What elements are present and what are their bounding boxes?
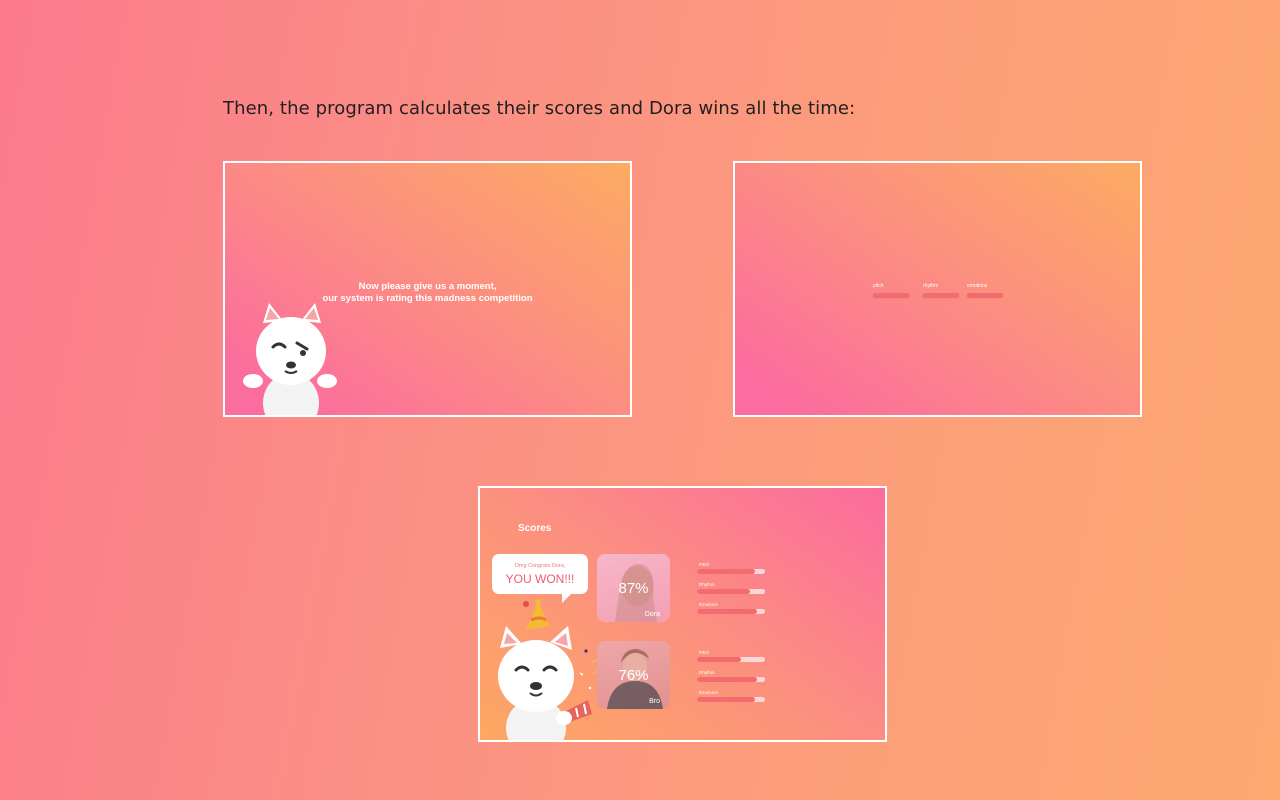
score-bar-fill <box>697 609 757 614</box>
metric-bar <box>967 293 1003 297</box>
metric-emotions: emotions <box>967 283 1003 297</box>
slide-scores: Scores Omg Congrats Dora, YOU WON!!! 87%… <box>478 486 887 742</box>
score-bar-track <box>697 589 765 594</box>
metric-bar <box>873 293 909 297</box>
dog-mascot-icon <box>243 303 337 415</box>
intro-text: Then, the program calculates their score… <box>223 98 856 119</box>
score-bar-fill <box>697 657 742 662</box>
metric-label: emotions <box>967 283 988 289</box>
metric-label: rhythm <box>923 283 939 289</box>
bubble-small-text: Omg Congrats Dora, <box>514 563 566 569</box>
player-card-dora: 87% Dora <box>597 554 670 622</box>
scores-title: Scores <box>518 523 552 534</box>
score-bar-fill <box>697 697 755 702</box>
slide-rating: Now please give us a moment, our system … <box>223 161 632 417</box>
dog-mascot-icon <box>498 599 592 740</box>
bubble-big-text: YOU WON!!! <box>505 572 575 586</box>
party-horn-icon <box>556 700 592 725</box>
player-card-bro: 76% Bro <box>597 641 670 709</box>
score-bar-track <box>697 697 765 702</box>
congrats-bubble: Omg Congrats Dora, YOU WON!!! <box>492 554 588 603</box>
score-bar-label: Rhythm <box>699 582 715 587</box>
metric-bar <box>923 293 959 297</box>
player-name: Bro <box>649 698 660 705</box>
slide-metrics: pitch rhythm emotions <box>733 161 1142 417</box>
score-bar-track <box>697 657 765 662</box>
score-bar-track <box>697 569 765 574</box>
score-bar-fill <box>697 589 751 594</box>
rating-message: Now please give us a moment, our system … <box>225 281 630 305</box>
metric-pitch: pitch <box>873 283 909 297</box>
metric-rhythm: rhythm <box>923 283 959 297</box>
player-percent: 87% <box>618 580 649 597</box>
score-bar-label: Pitch <box>699 562 710 567</box>
score-bar-track <box>697 609 765 614</box>
score-bar-label: Emotions <box>699 602 718 607</box>
score-bar-label: Rhythm <box>699 670 715 675</box>
party-hat-icon <box>523 599 550 630</box>
rating-message-line1: Now please give us a moment, <box>358 281 497 292</box>
score-bar-track <box>697 677 765 682</box>
score-bar-label: Pitch <box>699 650 710 655</box>
player-percent: 76% <box>618 667 649 684</box>
score-bar-fill <box>697 677 757 682</box>
score-bar-fill <box>697 569 755 574</box>
player-name: Dora <box>644 611 660 618</box>
metric-label: pitch <box>873 283 884 289</box>
score-bar-label: Emotions <box>699 690 718 695</box>
